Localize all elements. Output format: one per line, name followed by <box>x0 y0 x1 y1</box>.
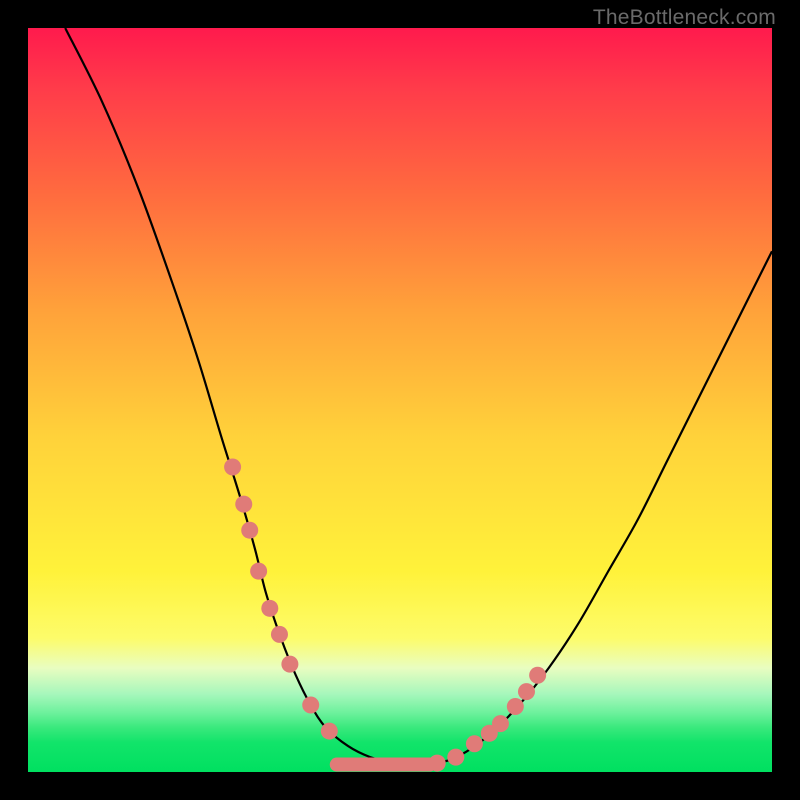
data-point-marker <box>224 458 241 475</box>
data-point-marker <box>302 697 319 714</box>
data-point-marker <box>271 626 288 643</box>
data-point-marker <box>466 735 483 752</box>
data-point-marker <box>529 667 546 684</box>
highlighted-points <box>224 458 546 771</box>
data-point-marker <box>492 715 509 732</box>
data-point-marker <box>429 755 446 772</box>
data-point-marker <box>507 698 524 715</box>
data-point-marker <box>250 563 267 580</box>
data-point-marker <box>518 683 535 700</box>
chart-svg <box>28 28 772 772</box>
bottleneck-curve <box>65 28 772 765</box>
data-point-marker <box>241 522 258 539</box>
data-point-marker <box>321 723 338 740</box>
data-point-marker <box>261 600 278 617</box>
data-point-marker <box>235 496 252 513</box>
watermark-text: TheBottleneck.com <box>593 6 776 30</box>
data-point-marker <box>281 656 298 673</box>
chart-frame <box>28 28 772 772</box>
data-point-marker <box>447 749 464 766</box>
